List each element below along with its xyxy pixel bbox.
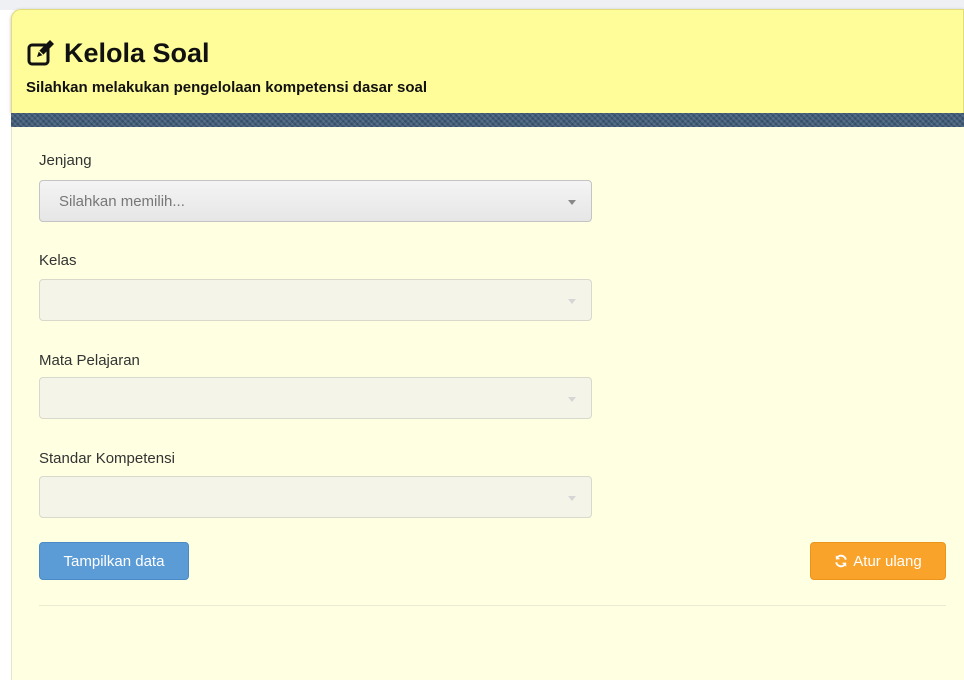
reset-button[interactable]: Atur ulang <box>810 542 946 580</box>
chevron-down-icon <box>568 496 576 501</box>
title-row: Kelola Soal <box>26 36 210 70</box>
page-header: Kelola Soal Silahkan melakukan pengelola… <box>11 9 964 113</box>
mata-pelajaran-label: Mata Pelajaran <box>39 352 140 369</box>
mata-pelajaran-select[interactable] <box>39 377 592 419</box>
jenjang-select-value: Silahkan memilih... <box>59 193 185 210</box>
edit-icon <box>27 40 54 66</box>
chevron-down-icon <box>568 200 576 205</box>
standar-kompetensi-select[interactable] <box>39 476 592 518</box>
show-data-label: Tampilkan data <box>63 552 165 570</box>
page-title: Kelola Soal <box>64 37 210 68</box>
page-subtitle: Silahkan melakukan pengelolaan kompetens… <box>26 79 427 96</box>
jenjang-select[interactable]: Silahkan memilih... <box>39 180 592 222</box>
kelas-label: Kelas <box>39 252 77 269</box>
kelas-select[interactable] <box>39 279 592 321</box>
chevron-down-icon <box>568 397 576 402</box>
standar-kompetensi-label: Standar Kompetensi <box>39 450 175 467</box>
denim-band <box>11 113 964 127</box>
jenjang-label: Jenjang <box>39 152 92 169</box>
chevron-down-icon <box>568 299 576 304</box>
refresh-icon <box>835 554 848 568</box>
divider <box>39 605 946 606</box>
form-panel: Jenjang Silahkan memilih... Kelas Mata P… <box>11 127 964 680</box>
show-data-button[interactable]: Tampilkan data <box>39 542 189 580</box>
reset-label: Atur ulang <box>853 552 922 570</box>
